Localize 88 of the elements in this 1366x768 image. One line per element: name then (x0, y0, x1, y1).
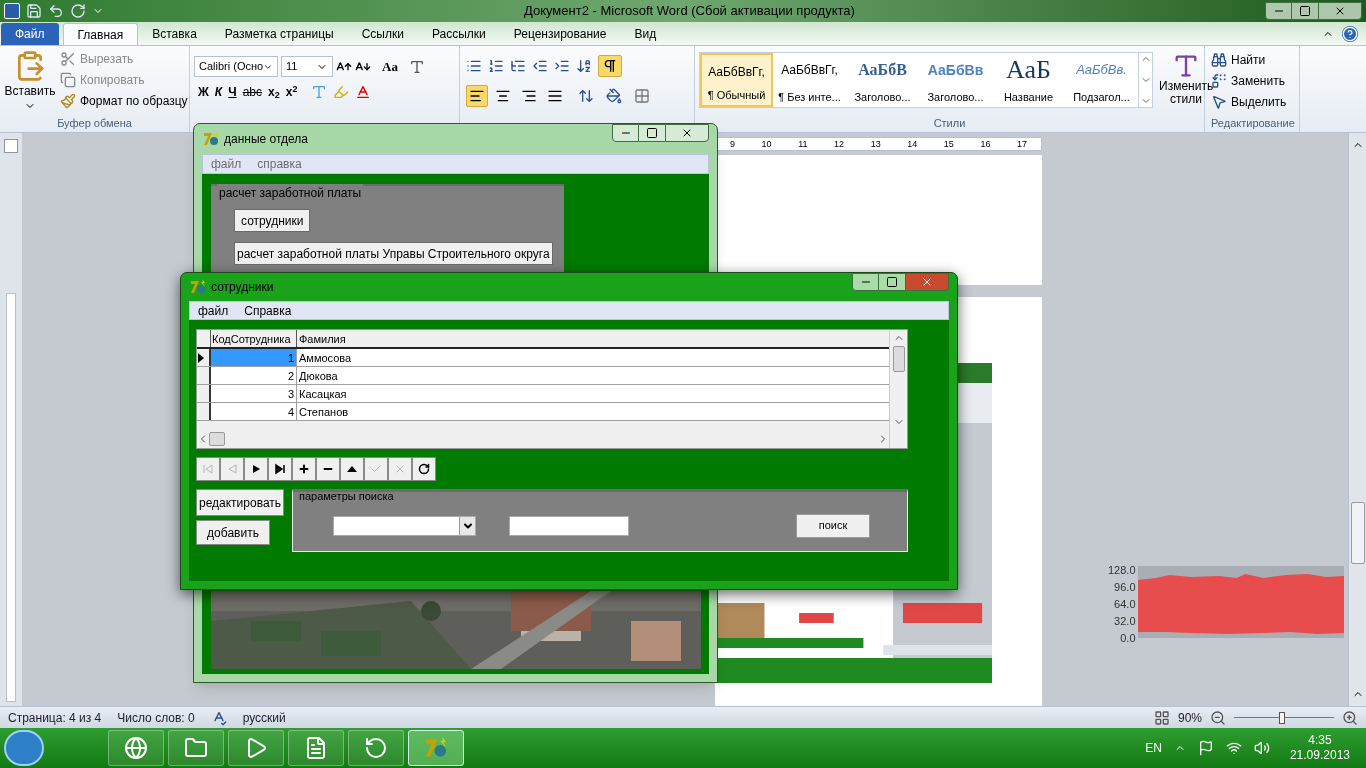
ribbon-tab[interactable]: Рецензирование (499, 23, 621, 45)
font-size-field[interactable]: 11 (281, 56, 333, 77)
ruler-number: 10 (761, 139, 772, 149)
group-label: Буфер обмена (56, 115, 133, 131)
style-item[interactable]: АаБбВв. Подзагол... (1065, 53, 1138, 107)
style-name: ¶ Обычный (707, 87, 766, 103)
zoom-level[interactable]: 90% (1177, 708, 1202, 727)
italic-button[interactable]: К (214, 83, 223, 101)
ruler-number: 16 (980, 139, 991, 149)
style-sample: АаБбВв. (1076, 61, 1127, 80)
group-title: параметры поиска (299, 489, 394, 503)
table-cell-text: Степанов (298, 405, 350, 420)
font-name-field[interactable]: Calibri (Осно (194, 56, 278, 77)
style-name: Заголово... (927, 89, 984, 105)
menu-item[interactable]: файл (198, 301, 229, 320)
axis-label: 64.0 (1114, 597, 1136, 612)
table-cell: 4 (211, 403, 297, 420)
add-button[interactable]: добавить (196, 520, 270, 545)
ruler-number: 13 (870, 139, 881, 149)
change-styles-button[interactable]: Изменить стили (1159, 52, 1214, 106)
underline-button[interactable]: Ч (228, 83, 237, 101)
style-sample: АаБбВв (927, 60, 984, 80)
page-count[interactable]: Страница: 4 из 4 (8, 708, 102, 727)
bold-button[interactable]: Ж (198, 83, 209, 101)
table-cell: 1 (211, 349, 297, 366)
ribbon-tab[interactable]: Вид (620, 23, 671, 45)
style-sample: АаБбВвГг, (708, 63, 765, 81)
style-name: Название (1003, 89, 1054, 105)
payroll-button[interactable]: расчет заработной платы Управы Строительного округа (234, 242, 553, 265)
style-sample: АаБбВ (858, 60, 907, 80)
window-title: сотрудники (211, 279, 274, 296)
group-title: расчет заработной платы (217, 184, 364, 202)
menu-item[interactable]: файл (211, 155, 242, 173)
menu-item[interactable]: справка (257, 155, 302, 173)
strike-button[interactable]: abc (242, 83, 263, 101)
style-item[interactable]: АаБ Название (992, 53, 1065, 107)
table-cell-text: Касацкая (298, 387, 348, 402)
employees-button[interactable]: сотрудники (234, 209, 311, 232)
change-case-button[interactable]: Aa (382, 56, 398, 77)
style-item[interactable]: АаБбВвГг, ¶ Без инте... (773, 53, 846, 107)
ribbon-tab[interactable]: Ссылки (347, 23, 418, 45)
table-cell: 3 (211, 385, 297, 402)
column-header[interactable]: КодСотрудника (211, 330, 297, 347)
language-indicator[interactable]: русский (242, 708, 286, 727)
ribbon-tab[interactable]: Разметка страницы (210, 23, 348, 45)
ruler-number: 17 (1016, 139, 1027, 149)
file-tab[interactable]: Файл (1, 23, 59, 45)
edit-button[interactable]: редактировать (196, 489, 284, 516)
column-header[interactable]: Фамилия (297, 330, 889, 347)
ribbon-tab[interactable]: Вставка (138, 23, 211, 45)
ruler-number: 9 (730, 139, 735, 149)
sup-button[interactable]: x$^{2}$ (285, 83, 298, 101)
ruler-number: 15 (943, 139, 954, 149)
ruler-number: 14 (907, 139, 918, 149)
language-indicator[interactable]: EN (1145, 739, 1162, 757)
style-sample: АаБбВвГг, (781, 62, 838, 79)
style-sample: АаБ (1006, 55, 1051, 85)
table-cell-text: Аммосова (298, 351, 353, 366)
table-cell: 2 (211, 367, 297, 384)
axis-label: 0.0 (1120, 631, 1136, 646)
paste-button[interactable]: Вставить (4, 82, 56, 100)
style-name: Заголово... (854, 89, 911, 105)
axis-label: 32.0 (1114, 614, 1136, 629)
group-label: Стили (932, 115, 967, 131)
window-title: данные отдела (224, 131, 309, 148)
find-button[interactable]: Найти (1211, 51, 1299, 69)
word-count[interactable]: Число слов: 0 (117, 708, 195, 727)
ruler-number: 11 (798, 139, 808, 149)
search-button[interactable]: поиск (796, 513, 870, 538)
ruler-number: 12 (834, 139, 845, 149)
format-painter-button[interactable]: Формат по образцу (60, 92, 188, 110)
style-item[interactable]: АаБбВвГг, ¶ Обычный (700, 53, 773, 107)
table-cell-text: Дюкова (298, 369, 339, 384)
style-name: ¶ Без инте... (778, 89, 841, 105)
clock[interactable]: 4:35 21.09.2013 (1289, 733, 1350, 763)
menu-item[interactable]: Справка (244, 301, 292, 320)
ribbon-tab[interactable]: Рассылки (417, 23, 500, 45)
data-grid[interactable]: КодСотрудника Фамилия 1 Аммосова 2 Дюкова 3 Касацкая 4 Степанов (196, 329, 908, 449)
style-item[interactable]: АаБбВв Заголово... (919, 53, 992, 107)
sub-button[interactable]: x$_{2}$ (268, 83, 280, 101)
group-label: Редактирование (1211, 115, 1296, 131)
style-item[interactable]: АаБбВ Заголово... (846, 53, 919, 107)
select-button[interactable]: Выделить (1211, 93, 1299, 111)
ribbon-tab[interactable]: Главная (62, 23, 139, 45)
axis-label: 96.0 (1114, 580, 1136, 595)
style-name: Подзагол... (1073, 89, 1130, 105)
axis-label: 128.0 (1108, 563, 1136, 578)
window-title: Документ2 - Microsoft Word (Сбой активации продукта) (524, 2, 855, 21)
